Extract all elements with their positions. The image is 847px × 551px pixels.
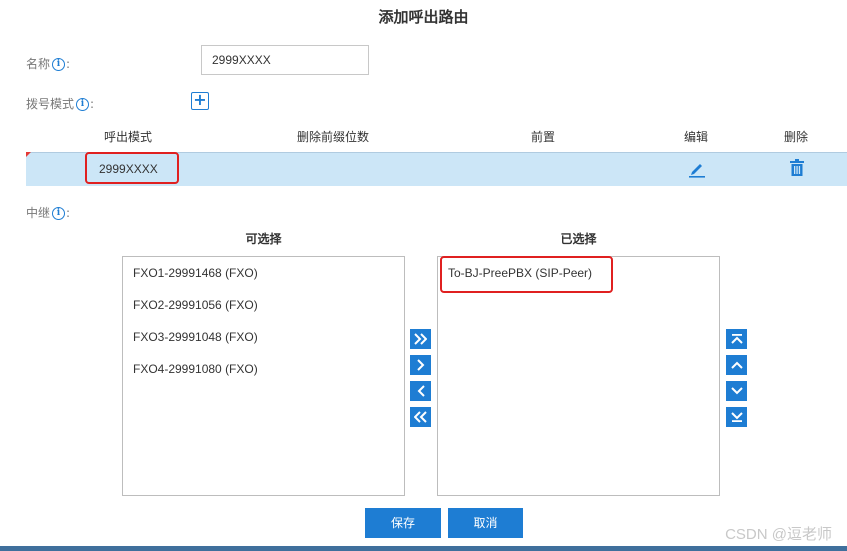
list-item[interactable]: FXO4-29991080 (FXO) bbox=[133, 362, 258, 376]
trash-icon[interactable] bbox=[789, 159, 805, 177]
highlight-box bbox=[85, 152, 179, 184]
info-icon[interactable]: i bbox=[52, 207, 66, 220]
available-title: 可选择 bbox=[245, 232, 282, 246]
column-header-delete: 删除 bbox=[784, 130, 809, 144]
move-bottom-button[interactable] bbox=[726, 407, 747, 427]
move-down-button[interactable] bbox=[726, 381, 747, 401]
cancel-button[interactable]: 取消 bbox=[448, 508, 523, 538]
trunk-label-colon: : bbox=[66, 206, 71, 220]
name-label-colon: : bbox=[66, 57, 71, 71]
name-input[interactable]: 2999XXXX bbox=[201, 45, 369, 75]
list-item[interactable]: FXO1-29991468 (FXO) bbox=[133, 266, 258, 280]
column-header-edit: 编辑 bbox=[684, 130, 709, 144]
column-header-pattern: 呼出模式 bbox=[104, 130, 153, 144]
move-all-left-button[interactable] bbox=[410, 407, 431, 427]
move-top-button[interactable] bbox=[726, 329, 747, 349]
watermark: CSDN @逗老师 bbox=[725, 526, 832, 543]
column-header-prepend: 前置 bbox=[531, 130, 556, 144]
dialog-title: 添加呼出路由 bbox=[378, 8, 469, 26]
selected-title: 已选择 bbox=[560, 232, 597, 246]
pattern-label: 拨号模式 bbox=[26, 97, 75, 111]
row-marker bbox=[26, 152, 31, 157]
save-button[interactable]: 保存 bbox=[365, 508, 441, 538]
bottom-bar bbox=[0, 546, 847, 551]
move-all-right-button[interactable] bbox=[410, 329, 431, 349]
name-label: 名称 bbox=[26, 57, 51, 71]
move-up-button[interactable] bbox=[726, 355, 747, 375]
name-label-group: 名称 i: bbox=[26, 55, 70, 72]
info-icon[interactable]: i bbox=[52, 58, 66, 71]
add-pattern-button[interactable]: + bbox=[191, 92, 209, 110]
available-list[interactable]: FXO1-29991468 (FXO) FXO2-29991056 (FXO) … bbox=[122, 256, 405, 496]
edit-icon[interactable] bbox=[687, 160, 707, 178]
list-item[interactable]: FXO3-29991048 (FXO) bbox=[133, 330, 258, 344]
pattern-label-group: 拨号模式 i: bbox=[26, 95, 94, 112]
trunk-label-group: 中继 i: bbox=[26, 204, 70, 221]
move-left-button[interactable] bbox=[410, 381, 431, 401]
highlight-box bbox=[440, 256, 613, 293]
trunk-label: 中继 bbox=[26, 206, 51, 220]
move-right-button[interactable] bbox=[410, 355, 431, 375]
column-header-strip: 删除前缀位数 bbox=[297, 130, 370, 144]
info-icon[interactable]: i bbox=[76, 98, 90, 111]
pattern-label-colon: : bbox=[90, 97, 95, 111]
list-item[interactable]: FXO2-29991056 (FXO) bbox=[133, 298, 258, 312]
